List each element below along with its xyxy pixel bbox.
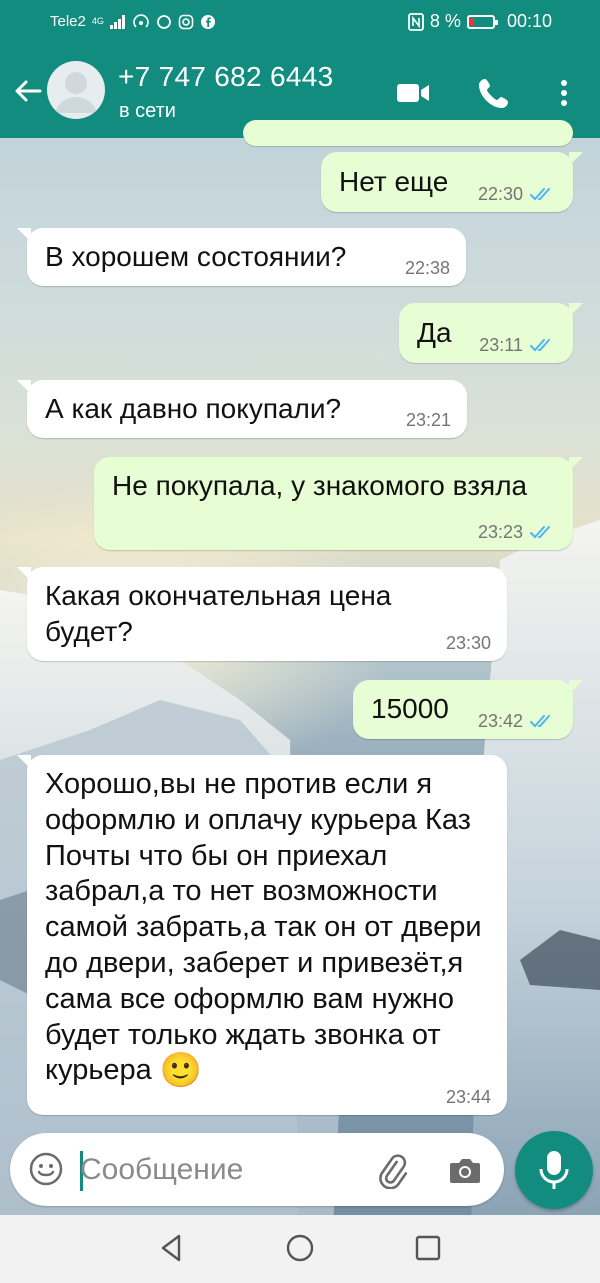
attach-icon[interactable] [372,1151,410,1189]
network-label: 4G [91,16,104,26]
contact-status: в сети [119,100,176,122]
hotspot-icon [133,13,149,28]
system-nav-bar [0,1215,600,1283]
video-call-icon[interactable] [395,75,431,111]
message-input[interactable]: Сообщение [80,1153,243,1187]
voice-record-button[interactable] [515,1131,593,1209]
message-time: 23:42 [477,711,523,731]
message-time: 22:30 [477,184,523,204]
message-bubble-outgoing[interactable]: Да 23:11 [399,303,583,363]
sync-circle-icon [156,14,171,29]
camera-icon[interactable] [446,1151,484,1189]
message-text: А как давно покупали? [45,393,342,424]
message-bubble-incoming[interactable]: Какая окончательная цена будет? 23:30 [17,567,507,661]
message-bubble-incoming[interactable]: В хорошем состоянии? 22:38 [17,228,466,286]
smile-emoji-icon: 🙂 [159,1051,203,1090]
instagram-icon [178,14,194,29]
message-bubble-incoming[interactable]: Хорошо,вы не против если я оформлю и опл… [17,755,507,1115]
emoji-icon[interactable] [28,1151,64,1187]
nav-recents-icon[interactable] [413,1233,443,1263]
message-text: Хорошо,вы не против если я оформлю и опл… [45,768,482,1090]
clock: 00:10 [506,11,552,31]
nfc-icon [408,12,424,31]
default-avatar-icon [55,72,97,113]
message-time: 23:21 [405,410,451,430]
carrier-label: Tele2 [50,13,86,30]
microphone-icon [539,1151,569,1189]
facebook-icon [200,14,215,29]
avatar[interactable] [47,61,105,119]
message-time: 23:30 [445,633,491,653]
message-bubble-outgoing[interactable]: Нет еще 22:30 [321,152,583,212]
message-bubble-incoming[interactable]: А как давно покупали? 23:21 [17,380,467,438]
message-bubble-outgoing[interactable]: 15000 23:42 [353,680,583,739]
message-bubble-cutoff[interactable] [243,120,573,146]
more-options-icon[interactable] [546,75,582,111]
signal-icon [109,14,125,29]
battery-icon [466,14,498,29]
read-ticks-icon [530,715,550,728]
message-bubble-outgoing[interactable]: Не покупала, у знакомого взяла 23:23 [94,457,583,550]
nav-back-icon[interactable] [157,1233,187,1263]
back-arrow-icon[interactable] [12,75,44,107]
nav-home-icon[interactable] [285,1233,315,1263]
message-text: В хорошем состоянии? [45,241,347,272]
message-text: Какая окончательная цена будет? [45,580,392,647]
message-time: 22:38 [404,258,450,278]
read-ticks-icon [530,339,550,352]
voice-call-icon[interactable] [476,75,512,111]
message-text: Не покупала, у знакомого взяла [112,470,528,501]
status-bar: Tele2 4G 8 % 00:10 [0,0,600,45]
message-time: 23:11 [479,335,523,355]
contact-name[interactable]: +7 747 682 6443 [118,61,333,93]
message-time: 23:23 [477,522,523,542]
read-ticks-icon [530,526,550,539]
message-time: 23:44 [445,1087,491,1107]
message-composer: Сообщение [10,1133,504,1206]
battery-percent: 8 % [429,11,461,31]
read-ticks-icon [530,188,550,201]
